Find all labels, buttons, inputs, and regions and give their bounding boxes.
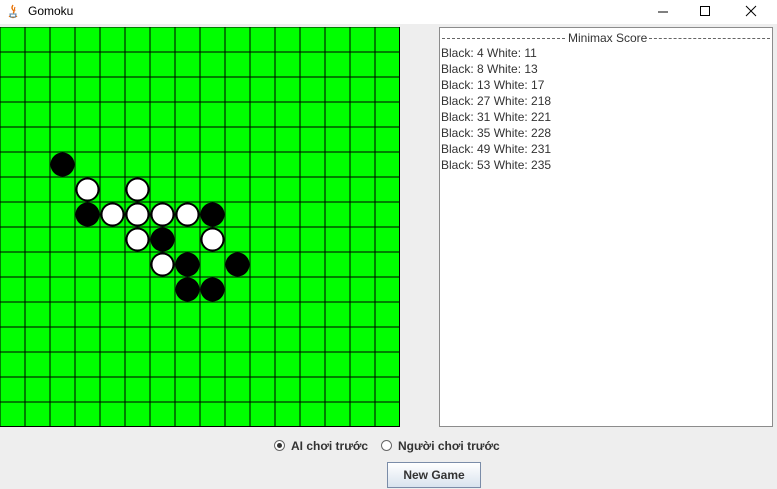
radio-human-first-indicator[interactable] [381, 440, 392, 451]
title-bar: Gomoku [0, 0, 777, 24]
game-board[interactable] [0, 27, 400, 427]
white-stone [200, 227, 225, 252]
title-divider-right [649, 38, 770, 39]
minimax-score-panel[interactable]: Minimax Score Black: 4 White: 11 Black: … [439, 27, 773, 427]
black-stone [175, 277, 200, 302]
maximize-button[interactable] [685, 0, 730, 24]
close-button[interactable] [731, 0, 776, 24]
radio-ai-first-indicator[interactable] [274, 440, 285, 451]
score-panel-header: Minimax Score [440, 31, 772, 45]
score-line: Black: 8 White: 13 [441, 62, 538, 76]
black-stone [175, 252, 200, 277]
black-stone [75, 202, 100, 227]
minimize-button[interactable] [640, 0, 685, 24]
score-line: Black: 27 White: 218 [441, 94, 552, 108]
black-stone [50, 152, 75, 177]
score-line: Black: 4 White: 11 [441, 46, 537, 60]
white-stone [125, 177, 150, 202]
black-stone [200, 277, 225, 302]
white-stone [125, 227, 150, 252]
radio-human-first-label[interactable]: Người chơi trước [398, 439, 500, 453]
white-stone [125, 202, 150, 227]
title-divider-left [442, 38, 565, 39]
java-app-icon [8, 4, 18, 19]
score-line: Black: 35 White: 228 [441, 126, 552, 140]
new-game-button[interactable]: New Game [387, 462, 481, 488]
board-grid [0, 27, 400, 427]
radio-ai-first-label[interactable]: AI chơi trước [291, 439, 368, 453]
score-line: Black: 13 White: 17 [441, 78, 545, 92]
black-stone [200, 202, 225, 227]
white-stone [150, 202, 175, 227]
window-title: Gomoku [28, 4, 74, 18]
white-stone [100, 202, 125, 227]
score-line: Black: 53 White: 235 [441, 158, 552, 172]
score-line: Black: 49 White: 231 [441, 142, 552, 156]
white-stone [175, 202, 200, 227]
score-line: Black: 31 White: 221 [441, 110, 552, 124]
black-stone [150, 227, 175, 252]
black-stone [225, 252, 250, 277]
white-stone [150, 252, 175, 277]
score-panel-title: Minimax Score [568, 31, 648, 45]
white-stone [75, 177, 100, 202]
